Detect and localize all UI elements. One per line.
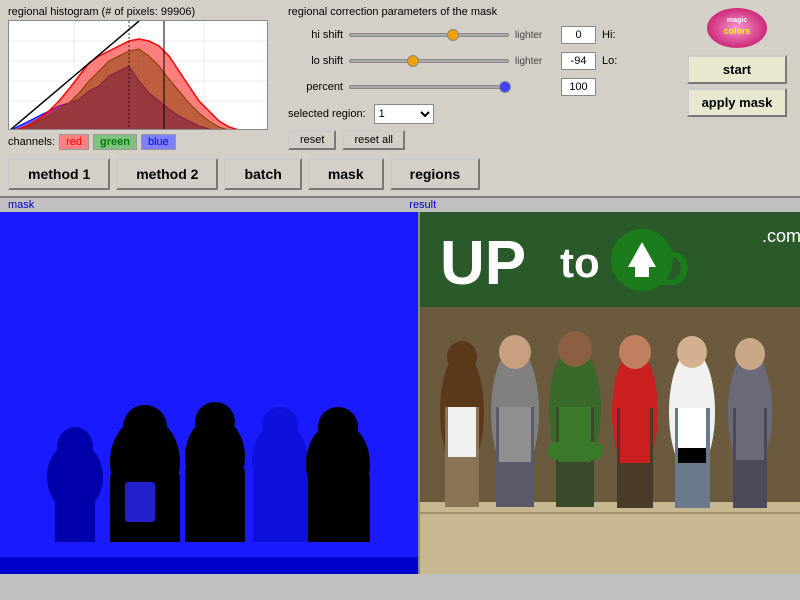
svg-text:to: to (560, 239, 600, 286)
svg-text:UP: UP (440, 229, 526, 298)
labels-row: mask result (0, 198, 800, 212)
histogram-title: regional histogram (# of pixels: 99906) (8, 6, 278, 18)
lo-shift-lighter: lighter (515, 56, 555, 67)
reset-all-button[interactable]: reset all (342, 130, 405, 150)
selected-region-label: selected region: (288, 108, 366, 120)
result-panel: UP to OWN D .com (420, 212, 800, 574)
svg-text:OWN: OWN (675, 243, 792, 296)
mask-image (0, 212, 420, 574)
reset-button[interactable]: reset (288, 130, 336, 150)
hi-shift-row: hi shift lighter Hi: (288, 24, 672, 46)
percent-thumb[interactable] (499, 81, 511, 93)
hi-value-input[interactable] (561, 26, 596, 44)
method2-button[interactable]: method 2 (116, 158, 218, 190)
percent-value-input[interactable] (561, 78, 596, 96)
start-button[interactable]: start (687, 55, 787, 84)
app-logo: magic colors (705, 6, 770, 51)
top-panel: regional histogram (# of pixels: 99906) (0, 0, 800, 198)
percent-slider[interactable] (349, 85, 509, 89)
hi-shift-lighter: lighter (515, 30, 555, 41)
controls-row: regional histogram (# of pixels: 99906) (8, 6, 792, 150)
histogram-container: regional histogram (# of pixels: 99906) (8, 6, 278, 150)
action-buttons: magic colors start apply mask (682, 6, 792, 117)
lo-shift-label: lo shift (288, 55, 343, 67)
controls-container: regional correction parameters of the ma… (288, 6, 672, 150)
apply-mask-button[interactable]: apply mask (687, 88, 787, 117)
mask-button[interactable]: mask (308, 158, 384, 190)
percent-row: percent (288, 76, 672, 98)
channels-row: channels: red green blue (8, 134, 278, 150)
method1-button[interactable]: method 1 (8, 158, 110, 190)
reset-row: reset reset all (288, 130, 672, 150)
channel-red-badge[interactable]: red (59, 134, 89, 150)
region-select[interactable]: 1 2 3 (374, 104, 434, 124)
lo-shift-thumb[interactable] (407, 55, 419, 67)
bottom-area: UP to OWN D .com (0, 212, 800, 574)
hi-shift-slider[interactable] (349, 33, 509, 37)
histogram-canvas (8, 20, 268, 130)
batch-button[interactable]: batch (224, 158, 301, 190)
lo-label: Lo: (602, 55, 617, 67)
regions-button[interactable]: regions (390, 158, 481, 190)
percent-label: percent (288, 81, 343, 93)
result-image: UP to OWN D .com (420, 212, 800, 574)
mask-panel (0, 212, 420, 574)
mask-label: mask (8, 199, 34, 211)
svg-text:D: D (655, 243, 690, 296)
controls-title: regional correction parameters of the ma… (288, 6, 672, 18)
result-label: result (409, 199, 436, 211)
selected-region-row: selected region: 1 2 3 (288, 104, 672, 124)
hi-shift-label: hi shift (288, 29, 343, 41)
hi-label: Hi: (602, 29, 615, 41)
lo-shift-row: lo shift lighter Lo: (288, 50, 672, 72)
channel-blue-badge[interactable]: blue (141, 134, 176, 150)
channel-green-badge[interactable]: green (93, 134, 137, 150)
svg-text:colors: colors (723, 26, 750, 36)
channels-label: channels: (8, 136, 55, 148)
svg-text:.com: .com (762, 226, 800, 246)
lo-value-input[interactable] (561, 52, 596, 70)
hi-shift-thumb[interactable] (447, 29, 459, 41)
svg-text:magic: magic (726, 17, 746, 24)
method-row: method 1 method 2 batch mask regions (8, 154, 792, 192)
lo-shift-slider[interactable] (349, 59, 509, 63)
histogram-svg (9, 21, 268, 130)
